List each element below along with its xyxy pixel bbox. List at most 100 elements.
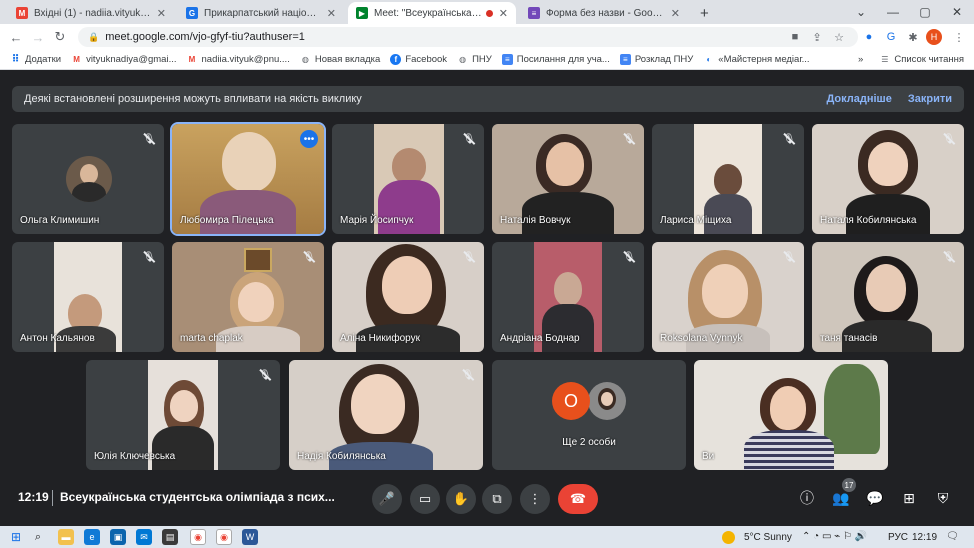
present-button[interactable]: ⧉: [482, 484, 512, 514]
meeting-info-icon[interactable]: ⓘ: [797, 488, 817, 508]
bookmark-facebook[interactable]: f Facebook: [390, 54, 447, 65]
extensions-warning-banner: Деякі встановлені розширення можуть впли…: [12, 86, 964, 112]
weather-text[interactable]: 5°C Sunny: [744, 532, 792, 543]
tab-strip: M Вхідні (1) - nadiia.vityuk@pnu.ed ✕ G …: [0, 0, 974, 24]
windows-start-icon[interactable]: ⊞: [8, 529, 24, 545]
bookmark-schedule[interactable]: ≡ Розклад ПНУ: [619, 54, 693, 65]
tab-title: Meet: "Всеукраїнська студ: [374, 7, 482, 19]
chrome-icon[interactable]: ◉: [190, 529, 206, 545]
bookmark-gmail-1[interactable]: Mvityuknadiya@gmai...: [71, 54, 176, 65]
apps-icon: ⠿: [11, 54, 20, 65]
app-icon[interactable]: ▤: [162, 529, 178, 545]
doc-icon: ≡: [501, 54, 513, 65]
extension-icon[interactable]: ●: [860, 28, 878, 46]
bookmark-new-tab[interactable]: ◍ Новая вкладка: [300, 54, 380, 65]
participant-tile[interactable]: 🎙 Наталя Кобилянська: [812, 124, 964, 234]
bookmark-links[interactable]: ≡ Посилання для уча...: [501, 54, 610, 65]
back-icon[interactable]: ←: [6, 28, 26, 46]
edge-icon[interactable]: e: [84, 529, 100, 545]
host-controls-icon[interactable]: ⛨: [933, 488, 953, 508]
more-options-icon[interactable]: •••: [300, 130, 318, 148]
chat-icon[interactable]: 💬: [865, 488, 885, 508]
participant-tile[interactable]: 🎙 Наталія Вовчук: [492, 124, 644, 234]
forward-icon[interactable]: →: [28, 28, 48, 46]
participant-tile[interactable]: 🎙 Надія Кобилянська: [289, 360, 483, 470]
share-icon[interactable]: ⇪: [808, 28, 826, 46]
translate-icon[interactable]: G: [882, 28, 900, 46]
mic-off-icon: 🎙: [942, 133, 956, 145]
url-field[interactable]: 🔒 meet.google.com/vjo-gfyf-tiu?authuser=…: [78, 27, 858, 47]
plant: [824, 364, 880, 454]
close-window-icon[interactable]: ✕: [942, 0, 972, 24]
word-icon[interactable]: W: [242, 529, 258, 545]
camera-icon[interactable]: ■: [786, 28, 804, 46]
participant-tile[interactable]: 🎙 Roksolana Vynnyk: [652, 242, 804, 352]
raise-hand-button[interactable]: ✋: [446, 484, 476, 514]
bookmark-pnu[interactable]: ◍ ПНУ: [457, 54, 492, 65]
new-tab-button[interactable]: +: [692, 2, 716, 24]
mic-off-icon: 🎙: [258, 369, 272, 381]
tab-gmail[interactable]: M Вхідні (1) - nadiia.vityuk@pnu.ed ✕: [8, 2, 174, 24]
participant-tile[interactable]: ••• Любомира Пілецька: [170, 122, 326, 236]
reload-icon[interactable]: ↻: [50, 28, 70, 46]
bookmark-apps[interactable]: ⠿ Додатки: [10, 54, 61, 65]
file-explorer-icon[interactable]: ▬: [58, 529, 74, 545]
close-icon[interactable]: ✕: [499, 7, 508, 20]
bookmark-workshop[interactable]: ◐ «Майстерня медіаг...: [703, 54, 809, 65]
microphone-button[interactable]: 🎤: [372, 484, 402, 514]
participant-name: marta chaplak: [180, 333, 243, 344]
profile-avatar[interactable]: Н: [926, 29, 942, 45]
tab-meet[interactable]: ▶ Meet: "Всеукраїнська студ ✕: [348, 2, 516, 24]
chrome-icon[interactable]: ◉: [216, 529, 232, 545]
mic-off-icon: 🎙: [302, 251, 316, 263]
clock[interactable]: 12:19: [912, 532, 937, 543]
reading-list[interactable]: ☰ Список читання: [879, 54, 964, 65]
more-options-button[interactable]: ⋮: [520, 484, 550, 514]
close-banner-button[interactable]: Закрити: [908, 93, 952, 105]
close-icon[interactable]: ✕: [327, 7, 336, 20]
participant-body: [704, 194, 752, 234]
participant-tile[interactable]: 🎙 таня танасів: [812, 242, 964, 352]
details-link[interactable]: Докладніше: [826, 93, 891, 105]
close-icon[interactable]: ✕: [157, 7, 166, 20]
puzzle-icon[interactable]: ✱: [904, 28, 922, 46]
avatar: О: [552, 382, 590, 420]
input-language[interactable]: РУС: [888, 532, 908, 543]
store-icon[interactable]: ▣: [110, 529, 126, 545]
participant-tile[interactable]: 🎙 Лариса Міщиха: [652, 124, 804, 234]
participant-tile[interactable]: 🎙 marta chaplak: [172, 242, 324, 352]
participant-tile[interactable]: 🎙 Андріана Боднар: [492, 242, 644, 352]
participant-tile[interactable]: 🎙 Аліна Никифорук: [332, 242, 484, 352]
participant-tile[interactable]: 🎙 Ольга Климишин: [12, 124, 164, 234]
leave-call-button[interactable]: ☎: [558, 484, 598, 514]
address-bar-row: ← → ↻ 🔒 meet.google.com/vjo-gfyf-tiu?aut…: [0, 24, 974, 50]
self-tile[interactable]: Ви: [694, 360, 888, 470]
mail-icon[interactable]: ✉: [136, 529, 152, 545]
camera-button[interactable]: ▭: [410, 484, 440, 514]
system-tray-icons[interactable]: ⌃ ◔ ▭ ⌁ ⚐ 🔊: [802, 531, 867, 542]
more-vert-icon: ⋮: [528, 491, 542, 506]
participant-tile[interactable]: 🎙 Антон Кальянов: [12, 242, 164, 352]
close-icon[interactable]: ✕: [671, 7, 680, 20]
activities-icon[interactable]: ⊞: [899, 488, 919, 508]
participant-face: [770, 386, 806, 430]
mic-off-icon: 🎙: [462, 251, 476, 263]
tab-pnu[interactable]: G Прикарпатський національний ✕: [178, 2, 344, 24]
menu-icon[interactable]: ⋮: [950, 28, 968, 46]
minimize-icon[interactable]: —: [878, 0, 908, 24]
facebook-icon: f: [390, 54, 402, 65]
bookmark-gmail-2[interactable]: Mnadiia.vityuk@pnu....: [187, 54, 290, 65]
star-icon[interactable]: ☆: [830, 28, 848, 46]
more-bookmarks-icon[interactable]: »: [858, 54, 863, 65]
participant-face: [238, 282, 274, 322]
avatar: [588, 382, 626, 420]
more-participants-tile[interactable]: О Ще 2 особи: [492, 360, 686, 470]
notification-icon[interactable]: 🗨: [946, 531, 959, 542]
maximize-icon[interactable]: ▢: [910, 0, 940, 24]
tab-search-icon[interactable]: ⌄: [846, 0, 876, 24]
search-icon[interactable]: ⌕: [30, 529, 46, 545]
participant-tile[interactable]: 🎙 Марія Йосипчук: [332, 124, 484, 234]
meeting-title[interactable]: Всеукраїнська студентська олімпіада з пс…: [60, 490, 335, 504]
participant-tile[interactable]: 🎙 Юлія Ключевська: [86, 360, 280, 470]
tab-forms[interactable]: ≡ Форма без назви - Google Фор ✕: [520, 2, 688, 24]
